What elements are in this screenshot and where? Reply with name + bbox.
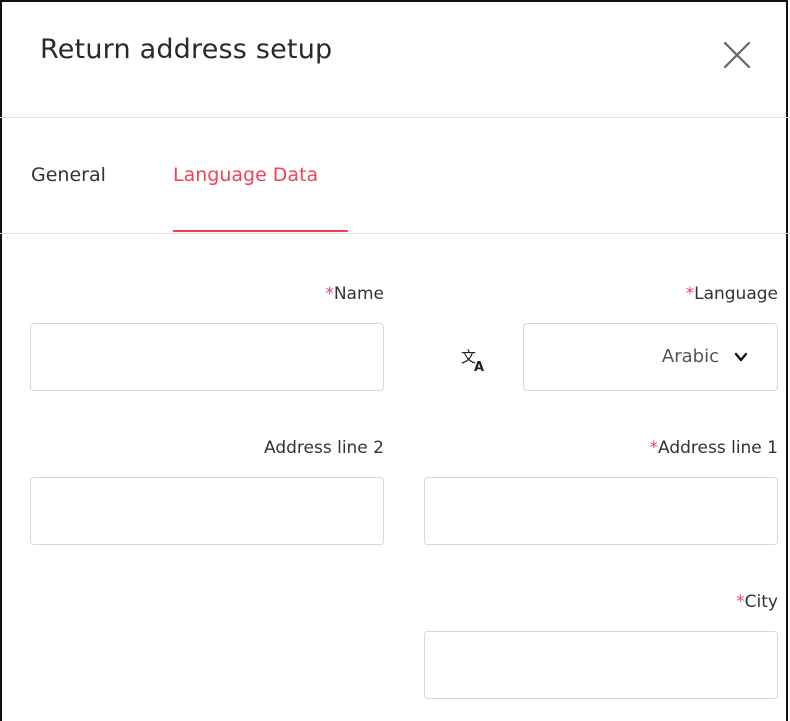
close-icon[interactable] xyxy=(719,37,755,73)
name-label: *Name xyxy=(325,284,384,304)
dialog-title: Return address setup xyxy=(40,34,333,65)
tab-language-data[interactable]: Language Data xyxy=(173,164,318,186)
required-marker: * xyxy=(736,592,745,612)
address-line-1-input[interactable] xyxy=(424,477,778,545)
required-marker: * xyxy=(685,284,695,304)
address-line-2-input[interactable] xyxy=(30,477,384,545)
city-input[interactable] xyxy=(424,631,778,699)
translate-icon[interactable]: 文 A xyxy=(459,344,489,374)
address-line-2-label: Address line 2 xyxy=(263,438,384,458)
language-label: *Language xyxy=(685,284,778,304)
required-marker: * xyxy=(649,438,658,458)
name-input[interactable] xyxy=(30,323,384,391)
city-label: *City xyxy=(736,592,778,612)
dialog-header: Return address setup xyxy=(0,0,790,118)
language-selected-value: Arabic xyxy=(661,346,719,367)
address-line-1-label: *Address line 1 xyxy=(649,438,778,458)
required-marker: * xyxy=(325,284,334,304)
chevron-down-icon xyxy=(734,352,748,362)
tab-bar: General Language Data xyxy=(0,118,790,234)
tab-general[interactable]: General xyxy=(31,164,106,186)
active-tab-indicator xyxy=(173,230,348,232)
svg-text:A: A xyxy=(474,360,484,374)
language-select[interactable]: Arabic xyxy=(523,323,778,391)
